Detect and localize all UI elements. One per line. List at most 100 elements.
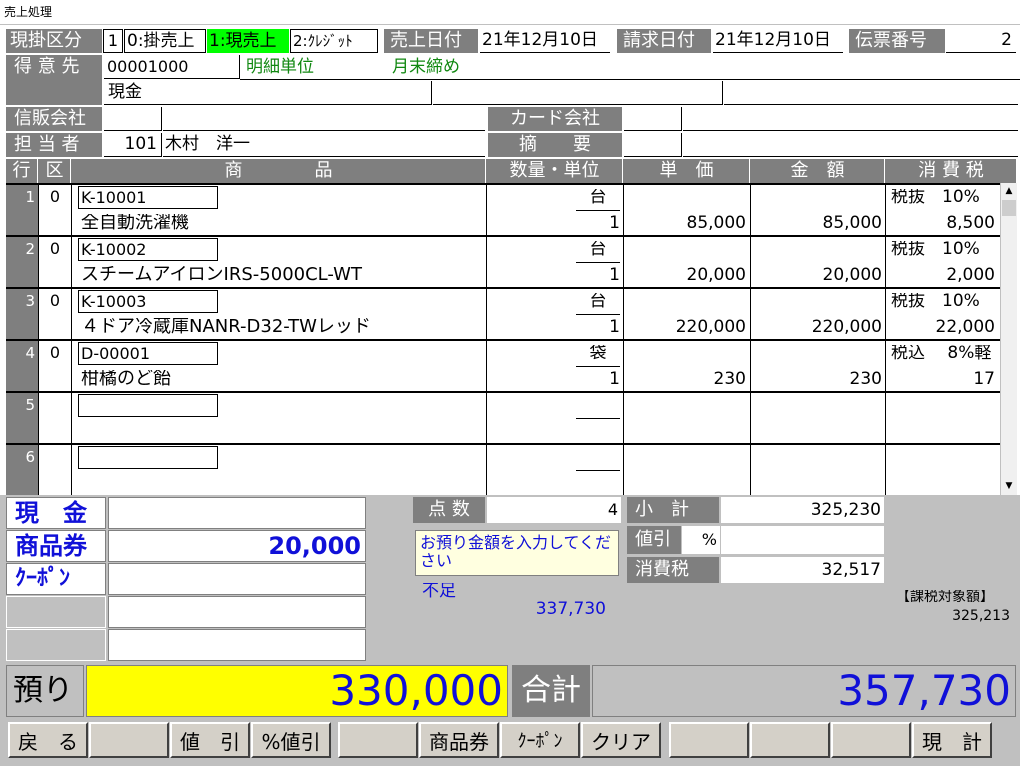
table-row[interactable]: 6 xyxy=(6,445,1000,495)
received-label: 預り xyxy=(6,665,84,717)
kake-option-0[interactable]: 0:掛売上 xyxy=(124,29,206,53)
table-row[interactable]: 3 0 K-10003 ４ドア冷蔵庫NANR-D32-TWレッド 台 1 220… xyxy=(6,289,1000,341)
memo-code[interactable] xyxy=(624,133,682,157)
item-unit[interactable]: 台 xyxy=(576,293,620,315)
f10-button[interactable] xyxy=(750,722,830,758)
payment-extra-label-2 xyxy=(6,629,106,661)
table-row[interactable]: 5 xyxy=(6,393,1000,445)
item-code-input[interactable] xyxy=(78,446,218,469)
kake-option-2[interactable]: 2:ｸﾚｼﾞｯﾄ xyxy=(290,29,378,53)
customer-extra-field-2[interactable] xyxy=(724,81,1018,105)
item-tax-type: 税込 8%軽 xyxy=(891,345,992,362)
tax-value: 32,517 xyxy=(721,557,884,583)
customer-name-field[interactable]: 現金 xyxy=(104,81,432,105)
item-unit[interactable] xyxy=(576,449,620,471)
row-kubun[interactable]: 0 xyxy=(39,241,71,257)
memo-field[interactable] xyxy=(683,133,1018,157)
taxable-value: 325,213 xyxy=(952,609,1010,623)
item-qty[interactable]: 1 xyxy=(546,267,620,284)
percent-discount-button[interactable]: %値引 xyxy=(251,722,331,758)
card-company-code[interactable] xyxy=(624,107,682,131)
credit-company-code[interactable] xyxy=(104,107,162,131)
row-kubun[interactable]: 0 xyxy=(39,345,71,361)
scroll-thumb[interactable] xyxy=(1002,200,1016,216)
slip-number[interactable]: 2 xyxy=(946,29,1016,53)
item-qty[interactable]: 1 xyxy=(546,371,620,388)
item-price[interactable]: 20,000 xyxy=(626,267,746,284)
item-name[interactable]: ４ドア冷蔵庫NANR-D32-TWレッド xyxy=(81,318,481,336)
voucher-button[interactable]: 商品券 xyxy=(419,722,499,758)
points-value: 4 xyxy=(487,497,621,523)
item-code-input[interactable]: K-10001 xyxy=(78,186,218,209)
row-number: 3 xyxy=(25,292,35,310)
row-number-cell: 1 xyxy=(6,185,38,235)
sales-date-field[interactable]: 21年12月10日 xyxy=(480,29,610,53)
row-number: 5 xyxy=(25,396,35,414)
tax-label: 消費税 xyxy=(627,557,719,583)
kake-option-1[interactable]: 1:現売上 xyxy=(207,29,289,53)
item-code-input[interactable]: K-10002 xyxy=(78,238,218,261)
item-unit[interactable]: 袋 xyxy=(576,345,620,367)
closing-text: 月末締め xyxy=(392,56,460,77)
item-tax-type: 税抜 10% xyxy=(891,241,980,258)
item-qty[interactable]: 1 xyxy=(546,215,620,232)
kake-current-input[interactable]: 1 xyxy=(103,29,123,53)
staff-label: 担 当 者 xyxy=(6,133,102,157)
back-button[interactable]: 戻 る xyxy=(8,722,88,758)
payment-extra-input-2[interactable] xyxy=(108,629,366,661)
checkout-button[interactable]: 現 計 xyxy=(912,722,992,758)
f2-button[interactable] xyxy=(89,722,169,758)
item-qty[interactable]: 1 xyxy=(546,319,620,336)
f11-button[interactable] xyxy=(831,722,911,758)
bill-date-field[interactable]: 21年12月10日 xyxy=(713,29,843,53)
customer-extra-field-1[interactable] xyxy=(433,81,723,105)
row-kubun[interactable]: 0 xyxy=(39,293,71,309)
col-price-header: 単 価 xyxy=(624,159,750,183)
col-item-header: 商 品 xyxy=(72,159,486,183)
item-unit[interactable]: 台 xyxy=(576,241,620,263)
coupon-input[interactable] xyxy=(108,563,366,595)
percent-sign: % xyxy=(701,530,717,549)
discount-amount-input[interactable] xyxy=(721,526,884,554)
voucher-input[interactable]: 20,000 xyxy=(108,530,366,562)
kake-label: 現掛区分 xyxy=(6,29,102,53)
received-input[interactable]: 330,000 xyxy=(86,665,508,717)
item-code-input[interactable] xyxy=(78,394,218,417)
scroll-down-icon[interactable]: ▼ xyxy=(1001,478,1017,494)
cash-input[interactable] xyxy=(108,497,366,529)
scroll-up-icon[interactable]: ▲ xyxy=(1001,183,1017,199)
item-amount: 85,000 xyxy=(822,215,882,232)
row-number-cell: 6 xyxy=(6,445,38,495)
item-name[interactable]: 柑橘のど飴 xyxy=(81,370,481,388)
header-line-2 xyxy=(240,79,1020,80)
f9-button[interactable] xyxy=(669,722,749,758)
item-name[interactable]: 全自動洗濯機 xyxy=(81,214,481,232)
table-row[interactable]: 2 0 K-10002 スチームアイロンIRS-5000CL-WT 台 1 20… xyxy=(6,237,1000,289)
item-price[interactable]: 220,000 xyxy=(626,319,746,336)
clear-button[interactable]: クリア xyxy=(581,722,661,758)
staff-name-field[interactable]: 木村 洋一 xyxy=(163,133,485,157)
subtotal-label: 小 計 xyxy=(627,497,719,523)
item-code-input[interactable]: K-10003 xyxy=(78,290,218,313)
table-scrollbar[interactable]: ▲ ▼ xyxy=(1000,183,1017,495)
f5-button[interactable] xyxy=(338,722,418,758)
item-price[interactable]: 85,000 xyxy=(626,215,746,232)
item-code-input[interactable]: D-00001 xyxy=(78,342,218,365)
item-name[interactable]: スチームアイロンIRS-5000CL-WT xyxy=(81,266,481,284)
customer-code-field[interactable]: 00001000 xyxy=(104,55,240,79)
discount-pct-input[interactable]: % xyxy=(682,526,720,554)
bill-date-label: 請求日付 xyxy=(617,29,711,53)
coupon-button[interactable]: ｸｰﾎﾟﾝ xyxy=(500,722,580,758)
credit-company-name[interactable] xyxy=(163,107,485,131)
card-company-name[interactable] xyxy=(683,107,1018,131)
item-unit[interactable] xyxy=(576,397,620,419)
staff-code-field[interactable]: 101 xyxy=(104,133,162,157)
discount-button[interactable]: 値 引 xyxy=(170,722,250,758)
item-price[interactable]: 230 xyxy=(626,371,746,388)
payment-extra-input-1[interactable] xyxy=(108,596,366,628)
table-row[interactable]: 4 0 D-00001 柑橘のど飴 袋 1 230 230 税込 8%軽 17 xyxy=(6,341,1000,393)
row-number: 4 xyxy=(25,344,35,362)
item-unit[interactable]: 台 xyxy=(576,189,620,211)
table-row[interactable]: 1 0 K-10001 全自動洗濯機 台 1 85,000 85,000 税抜 … xyxy=(6,185,1000,237)
row-kubun[interactable]: 0 xyxy=(39,189,71,205)
